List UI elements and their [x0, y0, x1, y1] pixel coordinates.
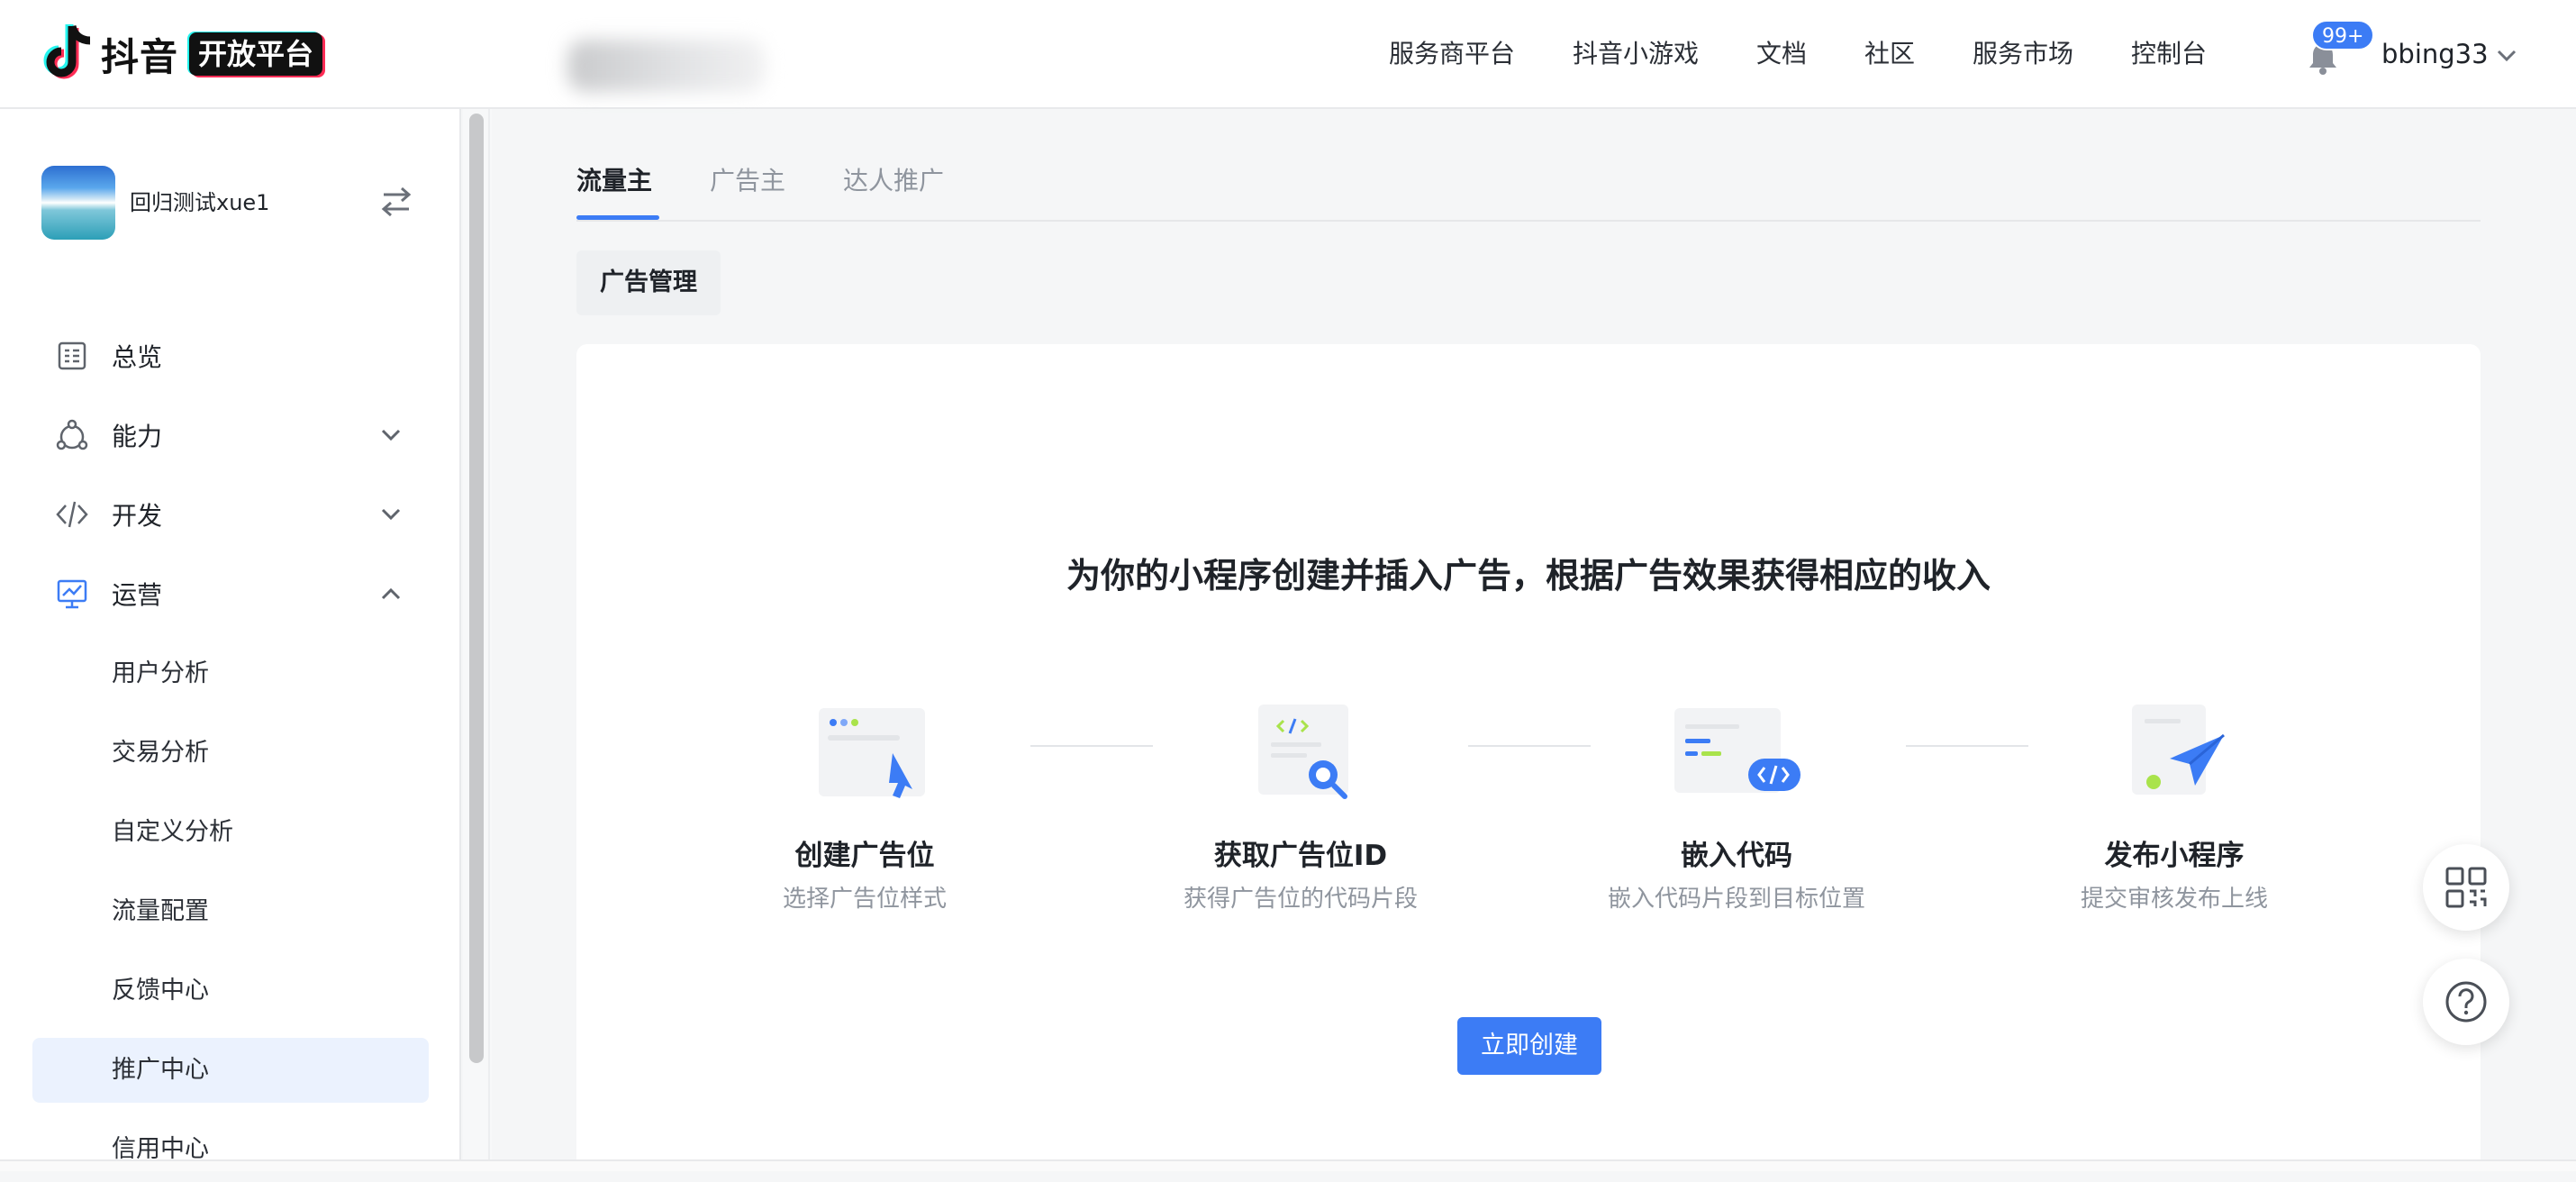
nav-docs[interactable]: 文档 [1756, 34, 1807, 74]
submenu-trade-analysis[interactable]: 交易分析 [32, 721, 429, 786]
tab-bar: 流量主 广告主 达人推广 [576, 144, 2481, 222]
submenu-credit-center[interactable]: 信用中心 [32, 1117, 429, 1182]
help-float-button[interactable] [2423, 959, 2509, 1045]
step-desc: 选择广告位样式 [782, 886, 947, 913]
window-bottom-edge [0, 1159, 2576, 1171]
submenu-label: 交易分析 [112, 739, 209, 767]
submenu-custom-analysis[interactable]: 自定义分析 [32, 800, 429, 865]
submenu-label: 流量配置 [112, 897, 209, 925]
logo-text: 抖音 [101, 34, 179, 79]
submenu-promotion-center[interactable]: 推广中心 [32, 1038, 429, 1103]
tab-advertiser[interactable]: 广告主 [710, 159, 785, 204]
embed-code-icon [1674, 708, 1800, 793]
tab-influencer-promotion[interactable]: 达人推广 [843, 159, 944, 204]
step-title: 发布小程序 [2104, 840, 2245, 872]
step-title: 创建广告位 [794, 840, 935, 872]
top-bar: 抖音 开放平台 服务商平台 抖音小游戏 文档 社区 服务市场 控制台 99+ b… [0, 0, 2576, 109]
submenu-traffic-config[interactable]: 流量配置 [32, 879, 429, 944]
chevron-down-icon[interactable] [2495, 43, 2518, 67]
menu-label: 运营 [112, 580, 163, 610]
ad-management-tag[interactable]: 广告管理 [576, 250, 721, 315]
menu-label: 能力 [112, 422, 163, 451]
ad-intro-card: 为你的小程序创建并插入广告，根据广告效果获得相应的收入 创建广告位 选择广告位样… [576, 344, 2481, 1171]
overview-icon [58, 341, 86, 370]
submenu-label: 自定义分析 [112, 818, 233, 846]
get-ad-id-icon [1258, 705, 1348, 799]
app-avatar [41, 166, 115, 240]
capability-icon [56, 419, 88, 450]
sidebar-scrollbar-thumb[interactable] [469, 114, 484, 1063]
help-question-icon [2445, 981, 2487, 1023]
douyin-open-platform-logo[interactable]: 抖音 开放平台 [41, 20, 323, 88]
app-name: 回归测试xue1 [130, 190, 270, 215]
step-get-ad-id: 获取广告位ID 获得广告位的代码片段 [1129, 696, 1472, 915]
menu-item-overview[interactable]: 总览 [32, 323, 429, 388]
create-ad-slot-icon [819, 708, 925, 798]
douyin-note-icon [43, 24, 91, 79]
submenu-label: 推广中心 [112, 1056, 209, 1084]
sidebar: 回归测试xue1 总览 能力 开发 运营 用户分析 交易分析 自定义分析 流量配… [0, 109, 461, 1171]
menu-item-capability[interactable]: 能力 [32, 403, 429, 468]
nav-console[interactable]: 控制台 [2131, 34, 2207, 74]
notification-badge: 99+ [2311, 20, 2375, 50]
code-icon [56, 501, 88, 528]
step-create-ad-slot: 创建广告位 选择广告位样式 [694, 696, 1036, 915]
qrcode-icon [2445, 867, 2487, 908]
submenu-label: 用户分析 [112, 659, 209, 687]
submenu-label: 信用中心 [112, 1135, 209, 1163]
chevron-down-icon [381, 429, 401, 441]
menu-item-develop[interactable]: 开发 [32, 482, 429, 547]
tab-traffic-owner[interactable]: 流量主 [576, 159, 652, 204]
chevron-up-icon [381, 587, 401, 600]
nav-service-provider[interactable]: 服务商平台 [1389, 34, 1515, 74]
step-title: 嵌入代码 [1681, 840, 1792, 872]
submenu-feedback-center[interactable]: 反馈中心 [32, 959, 429, 1023]
nav-mini-games[interactable]: 抖音小游戏 [1573, 34, 1699, 74]
menu-label: 总览 [112, 342, 163, 372]
step-desc: 提交审核发布上线 [2080, 886, 2268, 913]
menu-label: 开发 [112, 501, 163, 531]
step-embed-code: 嵌入代码 嵌入代码片段到目标位置 [1565, 696, 1908, 915]
create-now-button[interactable]: 立即创建 [1457, 1017, 1601, 1075]
operation-chart-icon [57, 579, 87, 609]
logo-badge: 开放平台 [189, 32, 323, 76]
intro-headline: 为你的小程序创建并插入广告，根据广告效果获得相应的收入 [1066, 556, 1991, 596]
active-tab-indicator [576, 215, 659, 220]
switch-app-icon[interactable] [378, 186, 414, 218]
step-publish: 发布小程序 提交审核发布上线 [2003, 696, 2345, 915]
step-title: 获取广告位ID [1213, 840, 1388, 872]
blurred-app-title [567, 40, 766, 92]
username[interactable]: bbing33 [2381, 34, 2489, 74]
nav-service-market[interactable]: 服务市场 [1973, 34, 2073, 74]
step-desc: 获得广告位的代码片段 [1183, 886, 1418, 913]
publish-icon [2132, 705, 2225, 795]
menu-item-operation[interactable]: 运营 [32, 561, 429, 626]
step-desc: 嵌入代码片段到目标位置 [1607, 886, 1865, 913]
chevron-down-icon [381, 508, 401, 521]
submenu-label: 反馈中心 [112, 977, 209, 1005]
qrcode-float-button[interactable] [2423, 844, 2509, 931]
submenu-user-analysis[interactable]: 用户分析 [32, 641, 429, 706]
content-divider [488, 109, 490, 1171]
nav-community[interactable]: 社区 [1864, 34, 1915, 74]
